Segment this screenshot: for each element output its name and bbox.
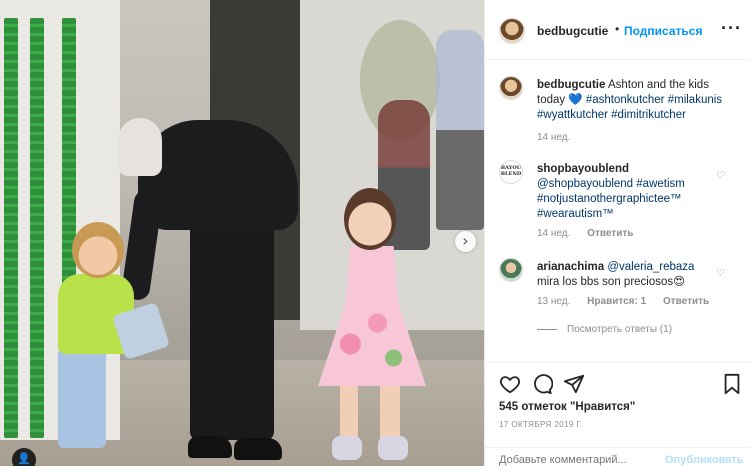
comment-text: shopbayoublend @shopbayoublend #awetism … [537,162,723,222]
green-fence-post [30,18,44,438]
boy-figure-head [72,222,124,278]
hashtag-link[interactable]: #dimitrikutcher [611,109,686,121]
post-date[interactable]: 17 ОКТЯБРЯ 2019 Г. [499,420,583,429]
comment-time[interactable]: 14 нед. [537,132,570,143]
person-tag-icon[interactable]: 👤 [12,448,36,466]
mention-link[interactable]: @valeria_rebaza [607,261,694,273]
add-comment-bar: Опубликовать [485,447,750,466]
avatar[interactable] [499,76,523,100]
comment-time[interactable]: 13 нед. [537,296,570,307]
post-header: bedbugcutie • Подписаться ··· [485,0,750,60]
girl-figure-head [344,188,396,250]
view-replies-button[interactable]: Посмотреть ответы (1) [537,324,672,335]
blue-heart-icon: 💙 [568,94,583,106]
divider-line [537,328,557,330]
man-figure-torso [138,120,298,230]
hashtag-link[interactable]: #ashtonkutcher [586,94,665,106]
reply-button[interactable]: Ответить [587,228,633,239]
comment-meta: 14 нед. [537,132,584,143]
post-side-panel: bedbugcutie • Подписаться ··· bedbugcuti… [484,0,750,466]
view-replies-label[interactable]: Посмотреть ответы (1) [567,324,672,335]
comment-text: arianachima @valeria_rebaza mira los bbs… [537,260,723,290]
comment-username[interactable]: bedbugcutie [537,79,605,91]
heart-icon[interactable]: ♡ [716,268,725,279]
comment-username[interactable]: shopbayoublend [537,163,629,175]
man-shoe [234,438,282,460]
girl-figure-legs [340,380,400,440]
reply-button[interactable]: Ответить [663,296,709,307]
separator-dot: • [615,22,620,36]
avatar[interactable] [499,258,523,282]
more-options-icon[interactable]: ··· [721,18,742,39]
comment-meta: 13 нед. Нравится: 1 Ответить [537,296,723,307]
comment-username[interactable]: arianachima [537,261,604,273]
bookmark-icon[interactable] [721,373,743,395]
background-person [436,30,484,230]
man-figure-cap [118,118,162,176]
hashtag-link[interactable]: #milakunis [668,94,722,106]
post-actions: 545 отметок "Нравится" 17 ОКТЯБРЯ 2019 Г… [485,362,750,466]
avatar[interactable] [499,18,525,44]
comment-time[interactable]: 14 нед. [537,228,570,239]
heart-icon[interactable] [499,373,521,395]
comment-input[interactable] [499,454,649,466]
heart-eyes-emoji-icon: 😍 [673,276,686,288]
share-icon[interactable] [563,373,585,395]
comment-body: mira los bbs son preciosos [537,276,674,288]
comment-meta: 14 нед. Ответить [537,228,647,239]
man-figure-legs [190,210,274,440]
comment-likes[interactable]: Нравится: 1 [587,296,646,307]
post-photo[interactable]: › 👤 [0,0,484,466]
heart-icon[interactable]: ♡ [716,170,725,181]
hashtag-link[interactable]: #wyattkutcher [537,109,608,121]
man-shoe [188,436,232,458]
green-fence-post [4,18,18,438]
girl-shoe [378,436,408,460]
chevron-right-icon[interactable]: › [455,231,476,252]
girl-shoe [332,436,362,460]
post-username[interactable]: bedbugcutie [537,24,608,38]
boy-figure-legs [58,348,106,448]
comment-icon[interactable] [531,373,554,395]
avatar[interactable]: BAYOU BLEND [499,160,523,184]
follow-button[interactable]: Подписаться [624,24,702,38]
likes-count[interactable]: 545 отметок "Нравится" [499,401,635,413]
caption-text: bedbugcutie Ashton and the kids today 💙 … [537,78,723,123]
publish-button[interactable]: Опубликовать [665,454,744,466]
comment-body-links[interactable]: @shopbayoublend #awetism #notjustanother… [537,178,685,220]
